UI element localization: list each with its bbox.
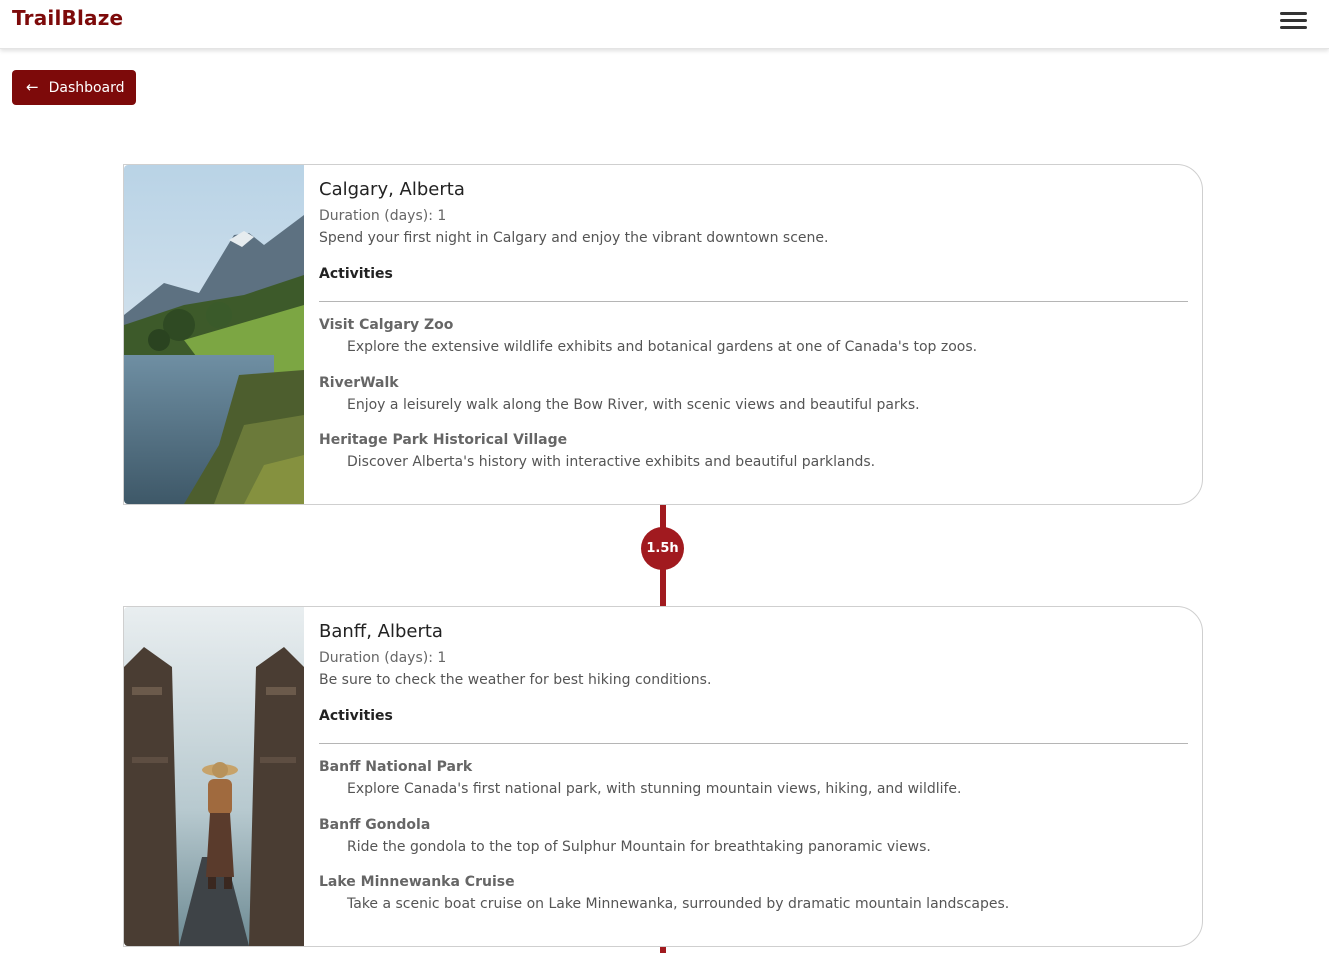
stop-description: Spend your first night in Calgary and en… <box>319 230 829 246</box>
destination-image <box>124 607 304 946</box>
activity-description: Enjoy a leisurely walk along the Bow Riv… <box>347 396 920 413</box>
activity-description: Ride the gondola to the top of Sulphur M… <box>347 838 931 855</box>
divider <box>319 743 1188 744</box>
hamburger-menu-icon[interactable] <box>1279 10 1309 32</box>
activity-name: Visit Calgary Zoo <box>319 317 454 333</box>
itinerary-stop-card: Banff, Alberta Duration (days): 1 Be sur… <box>123 606 1203 947</box>
activities-heading: Activities <box>319 266 393 282</box>
activities-list: Visit Calgary Zoo Explore the extensive … <box>319 317 1188 490</box>
activity-name: RiverWalk <box>319 374 399 391</box>
stop-title: Banff, Alberta <box>319 621 443 642</box>
dashboard-back-button[interactable]: ← Dashboard <box>12 70 136 105</box>
travel-time-badge: 1.5h <box>641 527 684 570</box>
activity-name: Lake Minnewanka Cruise <box>319 874 515 890</box>
stop-details: Calgary, Alberta Duration (days): 1 Spen… <box>319 179 1188 490</box>
activity-item: Banff Gondola Ride the gondola to the to… <box>319 817 1188 875</box>
destination-image <box>124 165 304 504</box>
stop-description: Be sure to check the weather for best hi… <box>319 672 712 688</box>
itinerary-stop-card: Calgary, Alberta Duration (days): 1 Spen… <box>123 164 1203 505</box>
stop-duration: Duration (days): 1 <box>319 650 447 666</box>
activity-description: Explore Canada's first national park, wi… <box>347 781 962 797</box>
brand-logo[interactable]: TrailBlaze <box>12 6 123 30</box>
activity-item: Banff National Park Explore Canada's fir… <box>319 759 1188 817</box>
activity-item: Visit Calgary Zoo Explore the extensive … <box>319 317 1188 375</box>
timeline-connector <box>660 946 666 953</box>
activity-name: Banff National Park <box>319 759 473 775</box>
stop-duration: Duration (days): 1 <box>319 208 447 224</box>
stop-details: Banff, Alberta Duration (days): 1 Be sur… <box>319 621 1188 932</box>
activity-description: Discover Alberta's history with interact… <box>347 454 876 470</box>
stop-title: Calgary, Alberta <box>319 179 465 200</box>
activity-item: Lake Minnewanka Cruise Take a scenic boa… <box>319 874 1188 932</box>
activity-item: RiverWalk Enjoy a leisurely walk along t… <box>319 375 1188 433</box>
activity-name: Banff Gondola <box>319 816 431 833</box>
activity-description: Explore the extensive wildlife exhibits … <box>347 339 978 355</box>
activity-name: Heritage Park Historical Village <box>319 432 568 448</box>
divider <box>319 301 1188 302</box>
activities-heading: Activities <box>319 708 393 724</box>
navbar: TrailBlaze <box>0 0 1329 49</box>
dashboard-back-label: Dashboard <box>48 79 125 96</box>
activity-description: Take a scenic boat cruise on Lake Minnew… <box>347 896 1010 912</box>
arrow-left-icon: ← <box>26 78 39 96</box>
activity-item: Heritage Park Historical Village Discove… <box>319 432 1188 490</box>
activities-list: Banff National Park Explore Canada's fir… <box>319 759 1188 932</box>
